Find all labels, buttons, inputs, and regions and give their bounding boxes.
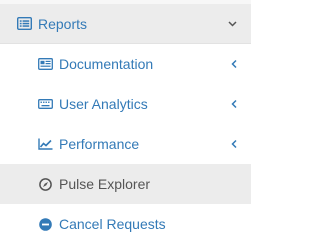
- keyboard-icon: [38, 97, 53, 112]
- minus-circle-icon: [38, 217, 53, 232]
- chevron-left-icon: [231, 99, 237, 109]
- line-chart-icon: [38, 137, 53, 152]
- sidebar-item-label: User Analytics: [59, 96, 148, 112]
- compass-icon: [38, 177, 53, 192]
- chevron-left-icon: [231, 139, 237, 149]
- sidebar-item-documentation[interactable]: Documentation: [0, 44, 251, 84]
- reports-sidebar-menu: Reports Documentation User Analytics Per…: [0, 0, 251, 244]
- sidebar-item-label: Performance: [59, 136, 140, 152]
- newspaper-icon: [38, 57, 53, 72]
- sidebar-item-label: Cancel Requests: [59, 216, 166, 232]
- chevron-left-icon: [231, 59, 237, 69]
- sidebar-item-performance[interactable]: Performance: [0, 124, 251, 164]
- list-alt-icon: [17, 16, 32, 31]
- sidebar-item-pulse-explorer[interactable]: Pulse Explorer: [0, 164, 251, 204]
- chevron-down-icon: [228, 20, 237, 27]
- sidebar-item-label: Reports: [38, 15, 88, 32]
- sidebar-item-label: Documentation: [59, 56, 154, 72]
- sidebar-item-reports[interactable]: Reports: [0, 4, 251, 44]
- sidebar-item-label: Pulse Explorer: [59, 176, 151, 192]
- sidebar-item-cancel-requests[interactable]: Cancel Requests: [0, 204, 251, 244]
- sidebar-item-user-analytics[interactable]: User Analytics: [0, 84, 251, 124]
